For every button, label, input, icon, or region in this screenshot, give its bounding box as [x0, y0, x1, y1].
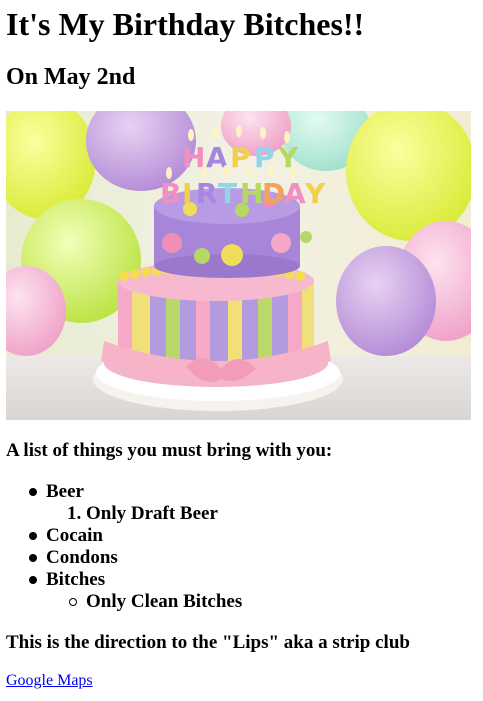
- sub-list-item: 1. Only Draft Beer: [6, 503, 466, 525]
- bullet-disc-icon: [29, 488, 37, 496]
- list-heading: A list of things you must bring with you…: [6, 440, 333, 461]
- bring-list: Beer 1. Only Draft Beer Cocain Condons B…: [6, 481, 466, 613]
- list-item-label: Bitches: [46, 569, 106, 590]
- sub-list-item-number: 1.: [67, 503, 82, 524]
- list-item-label: Condons: [46, 547, 118, 568]
- bullet-disc-icon: [29, 554, 37, 562]
- list-item-label: Cocain: [46, 525, 103, 546]
- svg-text:H: H: [240, 177, 263, 210]
- svg-text:R: R: [196, 177, 218, 210]
- sub-list-item-label: Only Draft Beer: [86, 503, 218, 524]
- bullet-circle-icon: [69, 598, 77, 606]
- svg-text:I: I: [182, 177, 192, 210]
- svg-text:B: B: [160, 177, 181, 210]
- list-item: Beer: [6, 481, 466, 503]
- page-title: It's My Birthday Bitches!!: [6, 6, 365, 42]
- bullet-disc-icon: [29, 576, 37, 584]
- svg-text:D: D: [262, 177, 285, 210]
- bullet-disc-icon: [29, 532, 37, 540]
- direction-heading: This is the direction to the "Lips" aka …: [6, 632, 410, 653]
- list-item: Condons: [6, 547, 466, 569]
- sub-list-item: Only Clean Bitches: [6, 591, 466, 613]
- svg-text:Y: Y: [304, 177, 326, 210]
- svg-text:T: T: [218, 177, 237, 210]
- google-maps-link[interactable]: Google Maps: [6, 671, 93, 691]
- list-item-label: Beer: [46, 481, 84, 502]
- svg-text:A: A: [284, 177, 306, 210]
- page-subtitle: On May 2nd: [6, 64, 136, 90]
- list-item: Cocain: [6, 525, 466, 547]
- birthday-cake-image: H A P P Y B I R T H D A Y: [6, 111, 471, 420]
- list-item: Bitches: [6, 569, 466, 591]
- svg-text:Y: Y: [277, 141, 299, 174]
- sub-list-item-label: Only Clean Bitches: [86, 591, 243, 612]
